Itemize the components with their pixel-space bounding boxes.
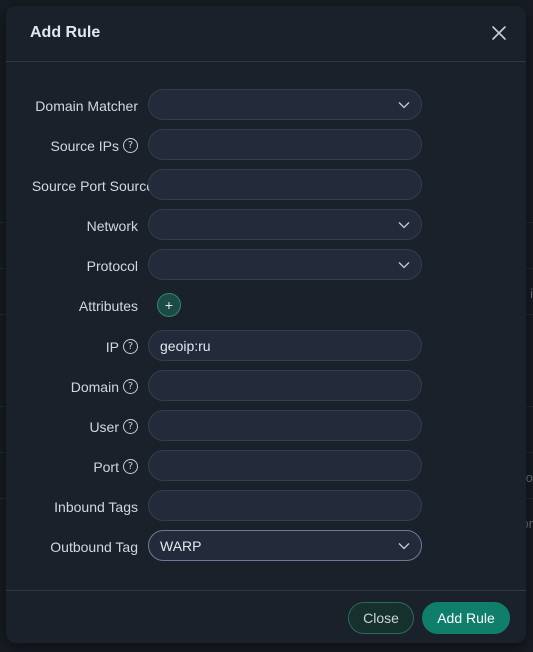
chevron-down-icon — [398, 262, 410, 269]
protocol-row: Protocol — [6, 249, 526, 282]
help-icon[interactable]: ? — [123, 459, 138, 474]
source-port-row: Source Port Source — [6, 169, 526, 202]
add-rule-button[interactable]: Add Rule — [422, 602, 510, 634]
domain-matcher-label: Domain Matcher — [35, 97, 138, 114]
dialog-header: Add Rule — [6, 6, 526, 62]
source-port-field[interactable] — [148, 169, 422, 200]
domain-label: Domain ? — [71, 370, 138, 403]
dialog-title: Add Rule — [30, 24, 101, 41]
user-field[interactable] — [148, 410, 422, 441]
source-port-label: Source Port Source — [31, 177, 154, 194]
domain-matcher-row: Domain Matcher — [6, 89, 526, 122]
background-text-fragment: o — [525, 470, 533, 485]
inbound-tags-row: Inbound Tags — [6, 490, 526, 523]
help-icon[interactable]: ? — [123, 419, 138, 434]
attributes-label: Attributes — [78, 297, 138, 314]
ip-row: IP ? — [6, 330, 526, 363]
dialog-footer: Close Add Rule — [6, 590, 526, 644]
protocol-select[interactable] — [148, 249, 422, 280]
chevron-down-icon — [398, 102, 410, 109]
domain-input[interactable] — [160, 377, 410, 394]
user-input[interactable] — [160, 417, 410, 434]
plus-icon: + — [164, 297, 174, 313]
ip-input[interactable] — [160, 337, 410, 354]
protocol-label: Protocol — [86, 257, 138, 274]
domain-field[interactable] — [148, 370, 422, 401]
network-label: Network — [86, 217, 138, 234]
help-icon[interactable]: ? — [123, 379, 138, 394]
close-button[interactable]: Close — [348, 602, 414, 634]
source-ips-row: Source IPs ? — [6, 129, 526, 162]
port-input[interactable] — [160, 457, 410, 474]
outbound-tag-row: Outbound Tag WARP — [6, 530, 526, 563]
domain-matcher-select[interactable] — [148, 89, 422, 120]
chevron-down-icon — [398, 543, 410, 550]
source-ips-input[interactable] — [160, 136, 410, 153]
port-label: Port ? — [93, 450, 138, 483]
user-row: User ? — [6, 410, 526, 443]
port-row: Port ? — [6, 450, 526, 483]
source-ips-field[interactable] — [148, 129, 422, 160]
attributes-row: Attributes + — [6, 289, 526, 322]
add-rule-dialog: Add Rule Domain Matcher Source IPs ? Sou… — [6, 6, 526, 643]
domain-row: Domain ? — [6, 370, 526, 403]
ip-field[interactable] — [148, 330, 422, 361]
outbound-tag-value: WARP — [160, 538, 202, 554]
help-icon[interactable]: ? — [123, 339, 138, 354]
outbound-tag-select[interactable]: WARP — [148, 530, 422, 561]
outbound-tag-label: Outbound Tag — [50, 538, 138, 555]
inbound-tags-input[interactable] — [160, 497, 410, 514]
source-ips-label: Source IPs ? — [51, 129, 138, 162]
inbound-tags-label: Inbound Tags — [54, 498, 138, 515]
chevron-down-icon — [398, 222, 410, 229]
user-label: User ? — [89, 410, 138, 443]
add-attribute-button[interactable]: + — [157, 293, 181, 317]
close-icon[interactable] — [488, 22, 510, 44]
inbound-tags-field[interactable] — [148, 490, 422, 521]
source-port-input[interactable] — [160, 176, 410, 193]
port-field[interactable] — [148, 450, 422, 481]
network-select[interactable] — [148, 209, 422, 240]
help-icon[interactable]: ? — [123, 138, 138, 153]
network-row: Network — [6, 209, 526, 242]
ip-label: IP ? — [106, 330, 138, 363]
